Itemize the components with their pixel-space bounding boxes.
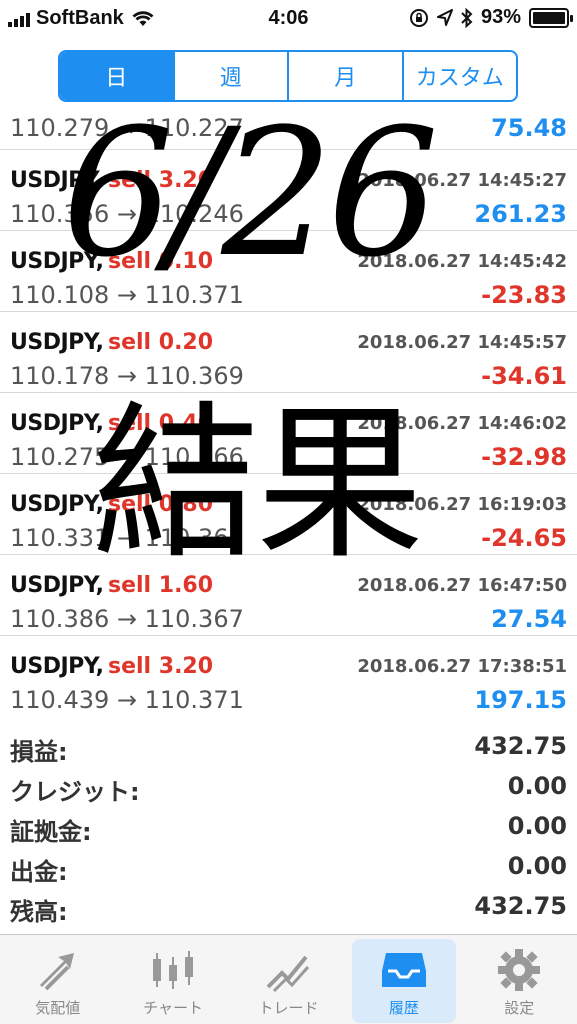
trade-datetime: 2018.06.27 14:45:42 (357, 251, 567, 272)
tab-settings[interactable]: 設定 (462, 935, 577, 1024)
tab-quotes[interactable]: 気配値 (0, 935, 115, 1024)
trade-symbol: USDJPY, (10, 249, 104, 274)
summary-label: 証拠金: (10, 818, 92, 846)
tab-trade[interactable]: トレード (231, 935, 346, 1024)
trade-profit: -32.98 (481, 443, 567, 471)
trade-prices: 110.386 → 110.367 (10, 605, 244, 633)
table-row[interactable]: USDJPY, sell 1.60 2018.06.27 16:47:50 11… (0, 555, 577, 636)
trade-symbol: USDJPY, (10, 654, 104, 679)
table-row[interactable]: USDJPY, sell 0.20 2018.06.27 14:45:57 11… (0, 312, 577, 393)
trade-prices: 110.108 → 110.371 (10, 281, 244, 309)
trade-datetime: 2018.06.27 16:47:50 (357, 575, 567, 596)
trade-profit: -34.61 (481, 362, 567, 390)
tab-label: 履歴 (388, 999, 419, 1017)
summary-value: 432.75 (474, 892, 567, 920)
account-summary: 損益: 432.75 クレジット: 0.00 証拠金: 0.00 出金: 0.0… (0, 726, 577, 931)
table-row[interactable]: USDJPY, sell 0.80 2018.06.27 16:19:03 11… (0, 474, 577, 555)
trade-side: sell 3.20 (108, 654, 214, 679)
trade-prices: 110.331 → 110.365 (10, 524, 244, 552)
summary-label: 残高: (10, 898, 68, 926)
trade-side: sell 0.40 (108, 411, 214, 436)
trade-symbol: USDJPY, (10, 168, 104, 193)
summary-label: 損益: (10, 738, 68, 766)
trade-side: sell 1.60 (108, 573, 214, 598)
bottom-tab-bar: 気配値 チャート トレード 履歴 設定 (0, 934, 577, 1024)
trade-side: sell 0.20 (108, 330, 214, 355)
segment-day[interactable]: 日 (60, 52, 173, 100)
summary-row-deposit: 証拠金: 0.00 (0, 806, 577, 846)
period-segmented-control: 日 週 月 カスタム (58, 50, 518, 102)
battery-icon (529, 7, 573, 28)
tab-label: チャート (143, 999, 204, 1017)
summary-row-profit: 損益: 432.75 (0, 726, 577, 766)
trade-profit: 75.48 (491, 114, 567, 142)
status-right: 93% (409, 6, 573, 29)
quotes-arrows-icon (39, 953, 74, 991)
trade-profit: 197.15 (474, 686, 567, 714)
tab-label: トレード (258, 999, 319, 1017)
tab-chart[interactable]: チャート (115, 935, 230, 1024)
trade-side: sell 0.10 (108, 249, 214, 274)
table-row[interactable]: USDJPY, sell 0.10 2018.06.27 14:45:42 11… (0, 231, 577, 312)
status-bar: SoftBank 4:06 93% (0, 0, 577, 38)
summary-value: 0.00 (507, 772, 567, 800)
trade-datetime: 2018.06.27 16:19:03 (357, 494, 567, 515)
table-row[interactable]: USDJPY, sell 3.20 2018.06.27 14:45:27 11… (0, 150, 577, 231)
trade-symbol: USDJPY, (10, 573, 104, 598)
trade-prices: 110.178 → 110.369 (10, 362, 244, 390)
table-row[interactable]: 110.279 → 110.227 75.48 (0, 110, 577, 150)
trade-line-icon (267, 955, 310, 993)
inbox-tray-icon (381, 953, 426, 987)
trade-profit: -23.83 (481, 281, 567, 309)
trade-datetime: 2018.06.27 14:45:27 (357, 170, 567, 191)
battery-percent: 93% (480, 6, 521, 28)
summary-value: 0.00 (507, 852, 567, 880)
trade-profit: -24.65 (481, 524, 567, 552)
table-row[interactable]: USDJPY, sell 0.40 2018.06.27 14:46:02 11… (0, 393, 577, 474)
trade-side: sell 3.20 (108, 168, 214, 193)
tab-history[interactable]: 履歴 (346, 935, 461, 1024)
orientation-lock-icon (409, 8, 428, 27)
summary-value: 432.75 (474, 732, 567, 760)
history-list[interactable]: 110.279 → 110.227 75.48 USDJPY, sell 3.2… (0, 110, 577, 716)
bluetooth-icon (461, 7, 473, 28)
segment-week[interactable]: 週 (172, 52, 288, 100)
battery-fill (533, 11, 565, 24)
gear-icon (498, 949, 541, 991)
summary-row-withdrawal: 出金: 0.00 (0, 846, 577, 886)
candlestick-chart-icon (153, 951, 194, 989)
segment-custom[interactable]: カスタム (401, 52, 517, 100)
segment-month[interactable]: 月 (287, 52, 402, 100)
trade-prices: 110.356 → 110.246 (10, 200, 244, 228)
summary-row-balance: 残高: 432.75 (0, 886, 577, 926)
tab-label: 設定 (504, 999, 535, 1017)
summary-label: クレジット: (10, 778, 140, 806)
trade-prices: 110.275 → 110.366 (10, 443, 244, 471)
summary-row-credit: クレジット: 0.00 (0, 766, 577, 806)
trade-datetime: 2018.06.27 17:38:51 (357, 656, 567, 677)
trade-prices: 110.439 → 110.371 (10, 686, 244, 714)
summary-label: 出金: (10, 858, 68, 886)
trade-datetime: 2018.06.27 14:45:57 (357, 332, 567, 353)
summary-value: 0.00 (507, 812, 567, 840)
tab-label: 気配値 (35, 999, 81, 1017)
location-arrow-icon (436, 8, 453, 26)
trade-prices: 110.279 → 110.227 (10, 114, 244, 142)
trade-symbol: USDJPY, (10, 330, 104, 355)
trade-profit: 27.54 (491, 605, 567, 633)
trade-profit: 261.23 (474, 200, 567, 228)
table-row[interactable]: USDJPY, sell 3.20 2018.06.27 17:38:51 11… (0, 636, 577, 716)
trade-datetime: 2018.06.27 14:46:02 (357, 413, 567, 434)
trade-side: sell 0.80 (108, 492, 214, 517)
trade-symbol: USDJPY, (10, 411, 104, 436)
trade-symbol: USDJPY, (10, 492, 104, 517)
